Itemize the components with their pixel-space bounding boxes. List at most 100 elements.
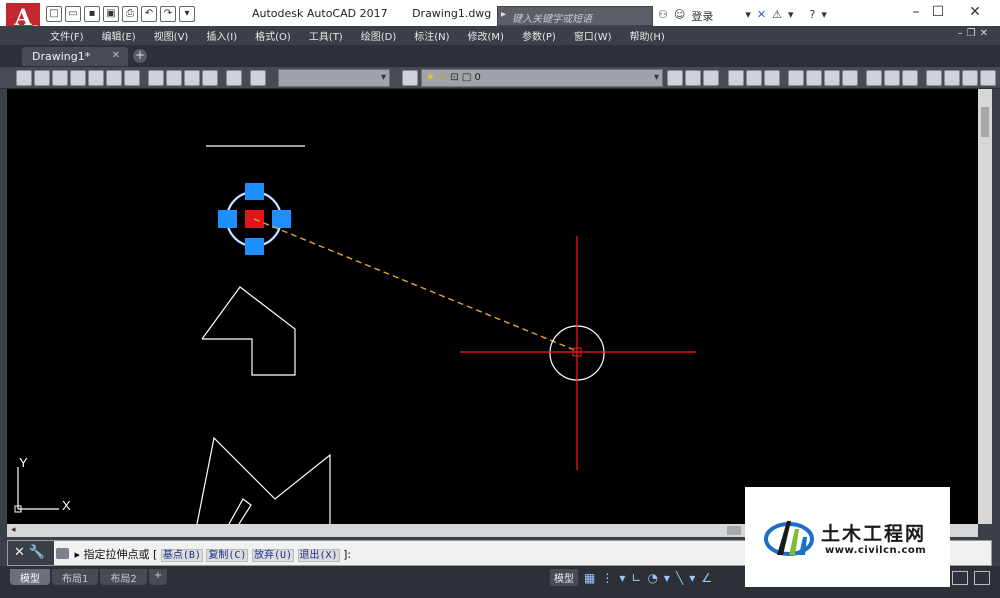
dropdown-arrow-icon[interactable]: ▾	[821, 8, 827, 24]
dropdown-arrow-icon[interactable]: ▾	[664, 571, 670, 585]
right-view-icon[interactable]	[88, 70, 104, 86]
menu-format[interactable]: 格式(O)	[255, 28, 291, 43]
back-view-icon[interactable]	[124, 70, 140, 86]
sw-iso-view-icon[interactable]	[148, 70, 164, 86]
menu-edit[interactable]: 编辑(E)	[102, 28, 136, 43]
vertical-scrollbar[interactable]	[978, 89, 992, 524]
maximize-button[interactable]: ☐	[918, 4, 958, 20]
snap-icon[interactable]: ⋮	[601, 571, 613, 585]
menu-modify[interactable]: 修改(M)	[468, 28, 504, 43]
ucs-icon[interactable]	[250, 70, 266, 86]
clean-screen-icon[interactable]	[952, 571, 968, 585]
dropdown-arrow-icon[interactable]: ▾	[745, 8, 751, 24]
make-current-icon[interactable]	[667, 70, 683, 86]
ortho-icon[interactable]: ∟	[631, 571, 641, 585]
zoom-center-icon[interactable]	[842, 70, 858, 86]
polar-tracking-icon[interactable]: ◔	[647, 571, 657, 585]
customize-icon[interactable]	[974, 571, 990, 585]
dim-ordinate-icon[interactable]	[902, 70, 918, 86]
tab-model[interactable]: 模型	[10, 569, 50, 585]
menu-window[interactable]: 窗口(W)	[574, 28, 612, 43]
option-undo[interactable]: 放弃(U)	[251, 549, 295, 562]
layer-previous-icon[interactable]	[703, 70, 719, 86]
horizontal-scroll-thumb[interactable]	[727, 526, 741, 535]
save-icon[interactable]: ▪	[84, 6, 100, 22]
model-space-button[interactable]: 模型	[550, 569, 578, 586]
bottom-view-icon[interactable]	[52, 70, 68, 86]
ne-iso-view-icon[interactable]	[184, 70, 200, 86]
zoom-dynamic-icon[interactable]	[806, 70, 822, 86]
login-button[interactable]: 登录	[691, 8, 713, 24]
save-as-icon[interactable]: ▣	[103, 6, 119, 22]
vertical-scroll-thumb[interactable]	[981, 107, 989, 137]
object-snap-tracking-icon[interactable]: ∠	[701, 571, 712, 585]
option-copy[interactable]: 复制(C)	[206, 549, 249, 562]
document-window-controls[interactable]: –❐✕	[958, 28, 992, 39]
front-view-icon[interactable]	[106, 70, 122, 86]
scroll-left-icon[interactable]: ◂	[11, 525, 16, 535]
close-icon[interactable]: ✕	[14, 545, 29, 560]
menu-dimension[interactable]: 标注(N)	[414, 28, 449, 43]
grip-top[interactable]	[245, 183, 264, 200]
polyline-entity[interactable]	[201, 286, 296, 376]
top-view-icon[interactable]	[34, 70, 50, 86]
grid-icon[interactable]: ▦	[584, 571, 595, 585]
dim-diameter-icon[interactable]	[944, 70, 960, 86]
close-icon[interactable]: ✕	[112, 50, 120, 61]
dropdown-arrow-icon[interactable]: ▾	[689, 571, 695, 585]
search-input[interactable]: 键入关键字或短语	[497, 6, 653, 26]
menu-view[interactable]: 视图(V)	[154, 28, 189, 43]
grip-right[interactable]	[272, 210, 291, 228]
dim-quick-icon[interactable]	[980, 70, 996, 86]
layer-match-icon[interactable]	[685, 70, 701, 86]
autodesk-a360-icon[interactable]: ⚠	[772, 8, 782, 24]
open-file-icon[interactable]: ▭	[65, 6, 81, 22]
dim-angular-icon[interactable]	[962, 70, 978, 86]
wrench-icon[interactable]: 🔧	[29, 545, 49, 560]
layer-dropdown[interactable]: ☀ ☼ ⊡ □ 0	[421, 69, 663, 87]
drawing-canvas[interactable]: Y X	[7, 89, 978, 524]
zoom-realtime-icon[interactable]	[746, 70, 762, 86]
grip-bottom[interactable]	[245, 238, 264, 255]
dim-arc-icon[interactable]	[884, 70, 900, 86]
dropdown-arrow-icon[interactable]: ▾	[619, 571, 625, 585]
zoom-previous-icon[interactable]	[764, 70, 780, 86]
new-tab-button[interactable]: +	[133, 49, 147, 63]
zigzag-polyline-entity[interactable]	[196, 436, 331, 524]
menu-parametric[interactable]: 参数(P)	[522, 28, 556, 43]
menu-insert[interactable]: 插入(I)	[206, 28, 237, 43]
menu-file[interactable]: 文件(F)	[50, 28, 84, 43]
print-icon[interactable]: ⎙	[122, 6, 138, 22]
isodraft-icon[interactable]: ╲	[676, 571, 683, 585]
dim-radius-icon[interactable]	[926, 70, 942, 86]
binoculars-icon[interactable]: ⚇	[658, 8, 668, 24]
tab-drawing1[interactable]: Drawing1* ✕	[22, 47, 128, 66]
inner-polyline-entity[interactable]	[228, 498, 252, 524]
undo-icon[interactable]: ↶	[141, 6, 157, 22]
close-window-button[interactable]: ✕	[955, 4, 995, 20]
named-views-icon[interactable]	[16, 70, 32, 86]
nw-iso-view-icon[interactable]	[202, 70, 218, 86]
option-exit[interactable]: 退出(X)	[297, 549, 340, 562]
redo-icon[interactable]: ↷	[160, 6, 176, 22]
layer-properties-icon[interactable]	[402, 70, 418, 86]
se-iso-view-icon[interactable]	[166, 70, 182, 86]
linear-dim-icon[interactable]	[728, 70, 744, 86]
grip-left[interactable]	[218, 210, 237, 228]
left-view-icon[interactable]	[70, 70, 86, 86]
qat-customize-icon[interactable]: ▾	[179, 6, 195, 22]
zoom-window-icon[interactable]	[788, 70, 804, 86]
zoom-scale-icon[interactable]	[824, 70, 840, 86]
add-layout-button[interactable]: +	[148, 569, 168, 585]
tab-layout1[interactable]: 布局1	[52, 569, 99, 585]
option-basepoint[interactable]: 基点(B)	[160, 549, 203, 562]
dropdown-arrow-icon[interactable]: ▾	[788, 8, 794, 24]
tab-layout2[interactable]: 布局2	[100, 569, 147, 585]
menu-tools[interactable]: 工具(T)	[309, 28, 343, 43]
menu-help[interactable]: 帮助(H)	[630, 28, 665, 43]
user-icon[interactable]: ☺	[674, 8, 685, 24]
exchange-icon[interactable]: ✕	[757, 8, 766, 24]
new-file-icon[interactable]: □	[46, 6, 62, 22]
camera-icon[interactable]	[226, 70, 242, 86]
menu-draw[interactable]: 绘图(D)	[361, 28, 397, 43]
